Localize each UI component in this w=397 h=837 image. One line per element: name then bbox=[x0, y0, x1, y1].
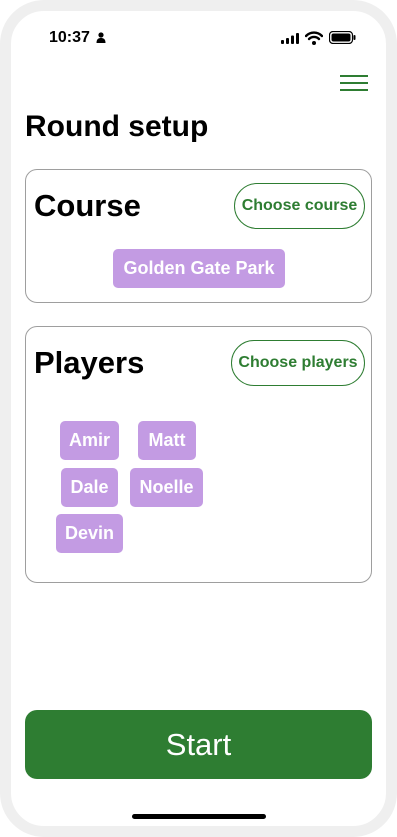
course-card: Course Choose course Golden Gate Park bbox=[25, 169, 372, 303]
home-indicator bbox=[132, 814, 266, 819]
status-bar: 10:37 bbox=[0, 0, 397, 60]
choose-course-button[interactable]: Choose course bbox=[234, 183, 365, 229]
choose-players-button[interactable]: Choose players bbox=[231, 340, 365, 386]
status-time: 10:37 bbox=[49, 29, 90, 46]
player-chip-dale: Dale bbox=[61, 468, 118, 507]
start-button[interactable]: Start bbox=[25, 710, 372, 779]
player-chip-matt: Matt bbox=[138, 421, 196, 460]
player-chip-amir: Amir bbox=[60, 421, 119, 460]
wifi-icon bbox=[305, 31, 323, 45]
players-heading: Players bbox=[34, 345, 145, 380]
selected-course-chip: Golden Gate Park bbox=[113, 249, 285, 288]
course-heading: Course bbox=[34, 188, 141, 223]
person-icon bbox=[96, 32, 106, 43]
signal-icon bbox=[281, 33, 299, 44]
menu-icon[interactable] bbox=[340, 74, 368, 92]
player-chip-noelle: Noelle bbox=[130, 468, 203, 507]
battery-icon bbox=[329, 31, 356, 44]
page-title: Round setup bbox=[25, 110, 209, 143]
player-chip-devin: Devin bbox=[56, 514, 123, 553]
players-card: Players Choose players Amir Matt Dale No… bbox=[25, 326, 372, 583]
